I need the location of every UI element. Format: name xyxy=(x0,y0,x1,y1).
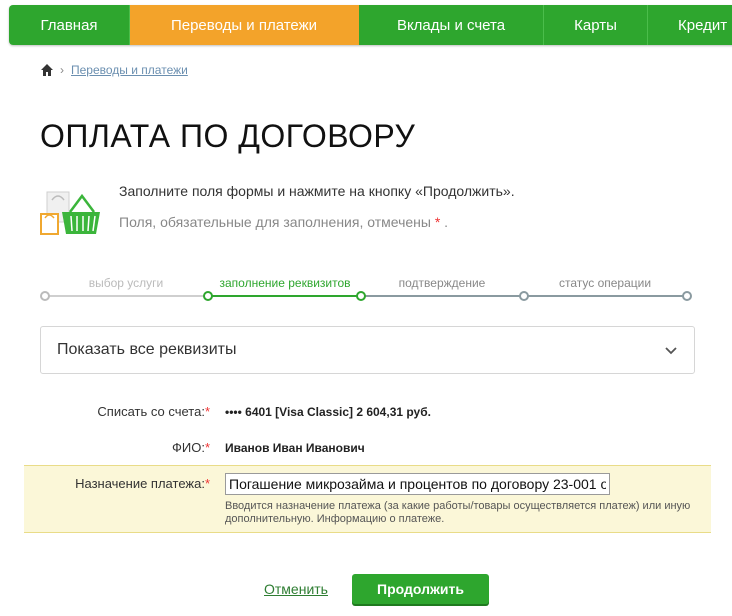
nav-item-deposits[interactable]: Вклады и счета xyxy=(359,5,544,45)
account-label-text: Списать со счета: xyxy=(97,404,205,419)
nav-item-main[interactable]: Главная xyxy=(9,5,130,45)
nav-item-cards[interactable]: Карты xyxy=(544,5,648,45)
purpose-label-text: Назначение платежа: xyxy=(75,476,205,491)
step-dot-1 xyxy=(203,291,213,301)
step-dot-end xyxy=(682,291,692,301)
step-dot-3 xyxy=(519,291,529,301)
account-value: •••• 6401 [Visa Classic] 2 604,31 руб. xyxy=(225,405,431,419)
breadcrumb-link-transfers[interactable]: Переводы и платежи xyxy=(71,63,188,77)
info-required-note: Поля, обязательные для заполнения, отмеч… xyxy=(119,214,448,230)
show-all-details-toggle[interactable]: Показать все реквизиты xyxy=(40,326,695,374)
required-star: * xyxy=(434,214,441,230)
show-all-details-label: Показать все реквизиты xyxy=(57,341,237,358)
info-required-end: . xyxy=(444,214,449,230)
step-label-confirmation: подтверждение xyxy=(398,276,486,290)
account-label: Списать со счета:* xyxy=(97,404,210,419)
page-title: ОПЛАТА ПО ДОГОВОРУ xyxy=(40,118,416,154)
nav-item-transfers[interactable]: Переводы и платежи xyxy=(130,5,359,45)
payment-purpose-input[interactable] xyxy=(225,473,610,495)
fio-value: Иванов Иван Иванович xyxy=(225,441,365,455)
breadcrumb: › Переводы и платежи xyxy=(40,63,188,77)
cancel-link[interactable]: Отменить xyxy=(264,581,328,597)
progress-steps: выбор услуги заполнение реквизитов подтв… xyxy=(40,276,692,306)
step-track-3 xyxy=(361,295,524,297)
step-label-fill-details: заполнение реквизитов xyxy=(219,276,351,290)
info-required-text: Поля, обязательные для заполнения, отмеч… xyxy=(119,214,431,230)
step-track-4 xyxy=(524,295,688,297)
nav-item-credit[interactable]: Кредит xyxy=(648,5,732,45)
shopping-bag-basket-icon xyxy=(40,190,102,236)
info-instruction: Заполните поля формы и нажмите на кнопку… xyxy=(119,183,515,199)
required-star: * xyxy=(204,476,210,491)
breadcrumb-separator: › xyxy=(60,63,64,77)
fio-label-text: ФИО: xyxy=(171,440,205,455)
step-label-select-service: выбор услуги xyxy=(88,276,164,290)
required-star: * xyxy=(204,404,210,419)
required-star: * xyxy=(204,440,210,455)
purpose-hint: Вводится назначение платежа (за какие ра… xyxy=(225,500,691,525)
chevron-down-icon xyxy=(664,343,678,357)
purpose-label: Назначение платежа:* xyxy=(75,476,210,491)
continue-button[interactable]: Продолжить xyxy=(352,574,489,604)
step-dot-start xyxy=(40,291,50,301)
step-dot-2 xyxy=(356,291,366,301)
fio-label: ФИО:* xyxy=(172,440,210,455)
home-icon[interactable] xyxy=(40,63,54,77)
step-track-1 xyxy=(44,295,208,297)
step-label-status: статус операции xyxy=(558,276,652,290)
step-track-2 xyxy=(208,295,361,297)
top-nav: Главная Переводы и платежи Вклады и счет… xyxy=(9,5,732,45)
